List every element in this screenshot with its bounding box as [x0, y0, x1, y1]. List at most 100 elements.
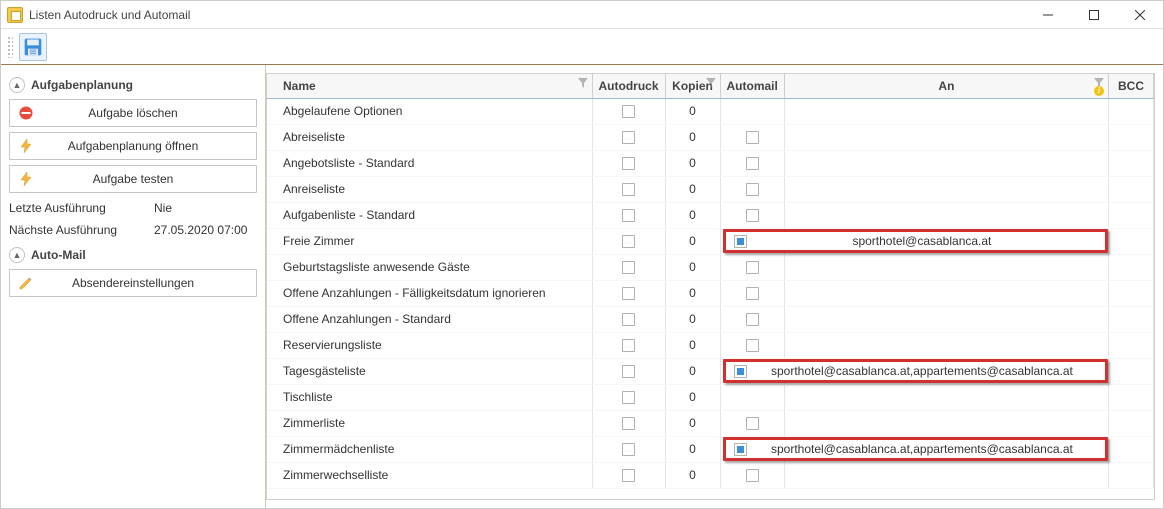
- table-row[interactable]: Zimmerliste0: [267, 410, 1154, 436]
- cell-an[interactable]: [784, 384, 1108, 410]
- cell-kopien[interactable]: 0: [665, 150, 720, 176]
- checkbox-automail[interactable]: [746, 261, 759, 274]
- cell-kopien[interactable]: 0: [665, 436, 720, 462]
- checkbox-automail[interactable]: [746, 313, 759, 326]
- checkbox-automail[interactable]: [734, 365, 747, 378]
- panel-header-tasks[interactable]: ▲ Aufgabenplanung: [9, 77, 257, 93]
- cell-name[interactable]: Zimmermädchenliste: [267, 436, 592, 462]
- cell-bcc[interactable]: [1109, 98, 1154, 124]
- checkbox-autodruck[interactable]: [622, 209, 635, 222]
- cell-an[interactable]: [784, 332, 1108, 358]
- checkbox-autodruck[interactable]: [622, 313, 635, 326]
- checkbox-automail[interactable]: [746, 131, 759, 144]
- col-header-bcc[interactable]: BCC: [1109, 74, 1154, 98]
- checkbox-autodruck[interactable]: [622, 469, 635, 482]
- test-task-button[interactable]: Aufgabe testen: [9, 165, 257, 193]
- cell-bcc[interactable]: [1109, 410, 1154, 436]
- cell-name[interactable]: Tischliste: [267, 384, 592, 410]
- cell-bcc[interactable]: [1109, 384, 1154, 410]
- table-row[interactable]: Zimmerwechselliste0: [267, 462, 1154, 488]
- checkbox-automail[interactable]: [746, 469, 759, 482]
- cell-name[interactable]: Geburtstagsliste anwesende Gäste: [267, 254, 592, 280]
- minimize-button[interactable]: [1025, 1, 1071, 28]
- cell-name[interactable]: Angebotsliste - Standard: [267, 150, 592, 176]
- checkbox-automail[interactable]: [734, 443, 747, 456]
- checkbox-autodruck[interactable]: [622, 365, 635, 378]
- cell-an[interactable]: [784, 124, 1108, 150]
- checkbox-autodruck[interactable]: [622, 105, 635, 118]
- checkbox-automail[interactable]: [746, 417, 759, 430]
- close-button[interactable]: [1117, 1, 1163, 28]
- cell-bcc[interactable]: [1109, 436, 1154, 462]
- cell-bcc[interactable]: [1109, 150, 1154, 176]
- cell-kopien[interactable]: 0: [665, 176, 720, 202]
- table-row[interactable]: Anreiseliste 0: [267, 176, 1154, 202]
- checkbox-autodruck[interactable]: [622, 183, 635, 196]
- cell-name[interactable]: Freie Zimmer: [267, 228, 592, 254]
- cell-an[interactable]: [784, 280, 1108, 306]
- checkbox-automail[interactable]: [746, 339, 759, 352]
- checkbox-autodruck[interactable]: [622, 417, 635, 430]
- cell-kopien[interactable]: 0: [665, 202, 720, 228]
- cell-name[interactable]: Zimmerwechselliste: [267, 462, 592, 488]
- cell-kopien[interactable]: 0: [665, 124, 720, 150]
- table-row[interactable]: Aufgabenliste - Standard 0: [267, 202, 1154, 228]
- cell-name[interactable]: Anreiseliste: [267, 176, 592, 202]
- cell-bcc[interactable]: [1109, 176, 1154, 202]
- cell-name[interactable]: Tagesgästeliste: [267, 358, 592, 384]
- cell-name[interactable]: Zimmerliste: [267, 410, 592, 436]
- delete-task-button[interactable]: Aufgabe löschen: [9, 99, 257, 127]
- checkbox-autodruck[interactable]: [622, 157, 635, 170]
- table-row[interactable]: Zimmermädchenliste 0 sporthotel@casablanca…: [267, 436, 1154, 462]
- cell-an[interactable]: sporthotel@casablanca.at,appartements@ca…: [784, 436, 1108, 462]
- cell-name[interactable]: Abreiseliste: [267, 124, 592, 150]
- cell-bcc[interactable]: [1109, 358, 1154, 384]
- checkbox-autodruck[interactable]: [622, 443, 635, 456]
- cell-name[interactable]: Offene Anzahlungen - Fälligkeitsdatum ig…: [267, 280, 592, 306]
- table-row[interactable]: Geburtstagsliste anwesende Gäste 0: [267, 254, 1154, 280]
- cell-kopien[interactable]: 0: [665, 98, 720, 124]
- table-row[interactable]: Angebotsliste - Standard 0: [267, 150, 1154, 176]
- cell-bcc[interactable]: [1109, 332, 1154, 358]
- save-button[interactable]: [19, 33, 47, 61]
- col-header-automail[interactable]: Automail: [720, 74, 784, 98]
- checkbox-automail[interactable]: [746, 183, 759, 196]
- cell-kopien[interactable]: 0: [665, 228, 720, 254]
- maximize-button[interactable]: [1071, 1, 1117, 28]
- cell-bcc[interactable]: [1109, 462, 1154, 488]
- cell-an[interactable]: sporthotel@casablanca.at: [784, 228, 1108, 254]
- cell-bcc[interactable]: [1109, 280, 1154, 306]
- col-header-kopien[interactable]: Kopien: [665, 74, 720, 98]
- table-row[interactable]: Offene Anzahlungen - Standard0: [267, 306, 1154, 332]
- cell-kopien[interactable]: 0: [665, 384, 720, 410]
- cell-an[interactable]: [784, 202, 1108, 228]
- cell-an[interactable]: [784, 410, 1108, 436]
- cell-kopien[interactable]: 0: [665, 332, 720, 358]
- cell-an[interactable]: [784, 254, 1108, 280]
- cell-an[interactable]: [784, 462, 1108, 488]
- panel-header-automail[interactable]: ▲ Auto-Mail: [9, 247, 257, 263]
- cell-kopien[interactable]: 0: [665, 280, 720, 306]
- cell-bcc[interactable]: [1109, 254, 1154, 280]
- cell-kopien[interactable]: 0: [665, 254, 720, 280]
- table-row[interactable]: Freie Zimmer 0 sporthotel@casablanca.at: [267, 228, 1154, 254]
- cell-name[interactable]: Aufgabenliste - Standard: [267, 202, 592, 228]
- table-row[interactable]: Tagesgästeliste0sporthotel@casablanca.at…: [267, 358, 1154, 384]
- cell-name[interactable]: Abgelaufene Optionen: [267, 98, 592, 124]
- col-header-an[interactable]: An i: [784, 74, 1108, 98]
- checkbox-autodruck[interactable]: [622, 261, 635, 274]
- cell-bcc[interactable]: [1109, 306, 1154, 332]
- checkbox-automail[interactable]: [746, 157, 759, 170]
- cell-bcc[interactable]: [1109, 228, 1154, 254]
- cell-kopien[interactable]: 0: [665, 358, 720, 384]
- cell-an[interactable]: [784, 176, 1108, 202]
- checkbox-automail[interactable]: [734, 235, 747, 248]
- table-row[interactable]: Reservierungsliste0: [267, 332, 1154, 358]
- col-header-name[interactable]: Name: [267, 74, 592, 98]
- cell-an[interactable]: [784, 306, 1108, 332]
- checkbox-automail[interactable]: [746, 287, 759, 300]
- open-scheduler-button[interactable]: Aufgabenplanung öffnen: [9, 132, 257, 160]
- col-header-autodruck[interactable]: Autodruck: [592, 74, 665, 98]
- cell-kopien[interactable]: 0: [665, 306, 720, 332]
- cell-bcc[interactable]: [1109, 124, 1154, 150]
